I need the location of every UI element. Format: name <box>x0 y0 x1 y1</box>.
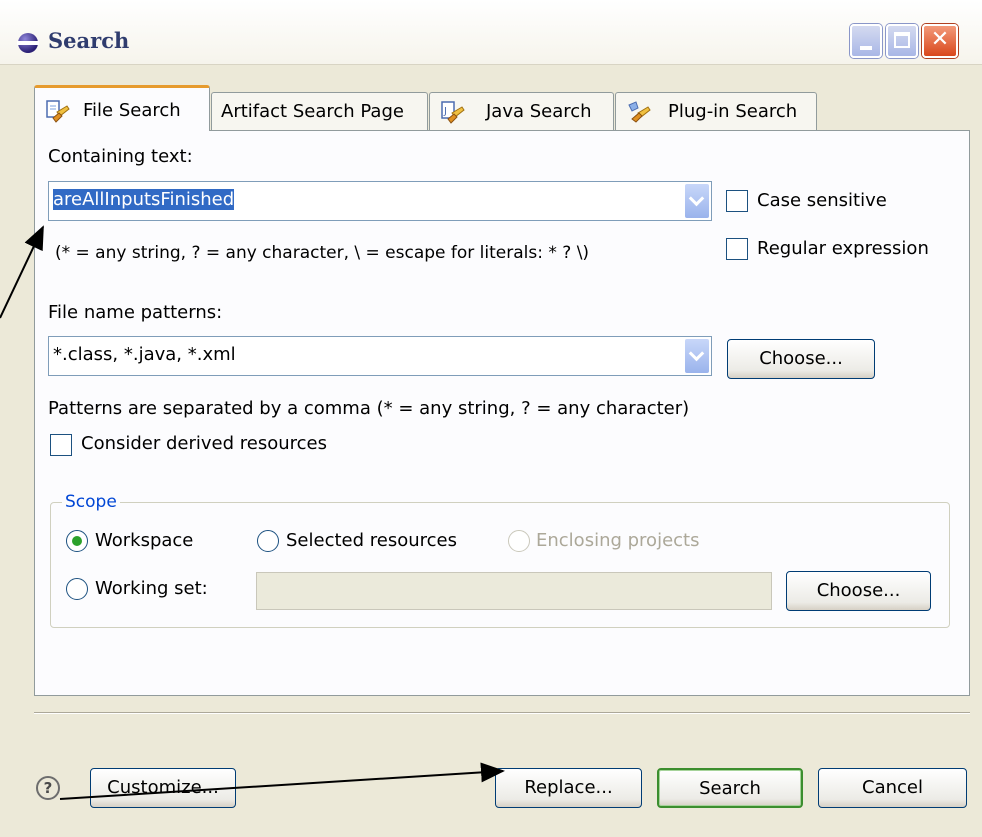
annotation-arrows <box>0 225 505 800</box>
annotation-arrow-text <box>0 225 44 319</box>
annotation-arrow-replace <box>59 762 505 800</box>
